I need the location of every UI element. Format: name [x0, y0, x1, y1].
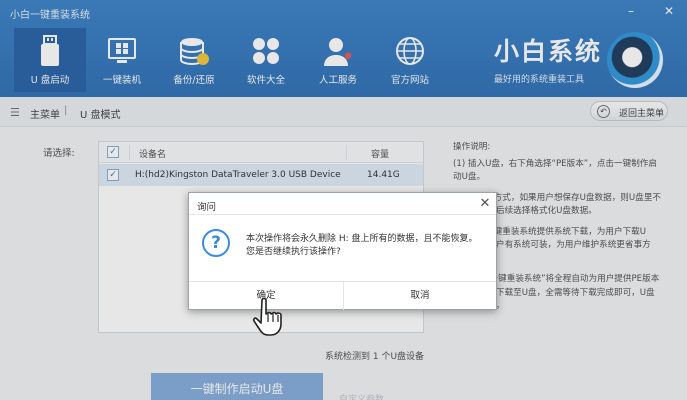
dialog-buttons: 确定 取消	[189, 281, 496, 310]
dialog-question: 您是否继续执行该操作?	[246, 247, 341, 257]
confirm-dialog: 询问 ✕ ? 本次操作将会永久删除 H: 盘上所有的数据，且不能恢复。 您是否继…	[188, 192, 497, 310]
hand-pointer-icon	[252, 297, 282, 336]
question-icon: ?	[202, 229, 230, 257]
dialog-title-bar: 询问 ✕	[189, 193, 496, 215]
dialog-close-icon[interactable]: ✕	[478, 196, 492, 211]
dialog-message: 本次操作将会永久删除 H: 盘上所有的数据，且不能恢复。	[246, 234, 478, 244]
confirm-cancel-button[interactable]: 取消	[344, 282, 496, 310]
dialog-title: 询问	[197, 202, 217, 213]
